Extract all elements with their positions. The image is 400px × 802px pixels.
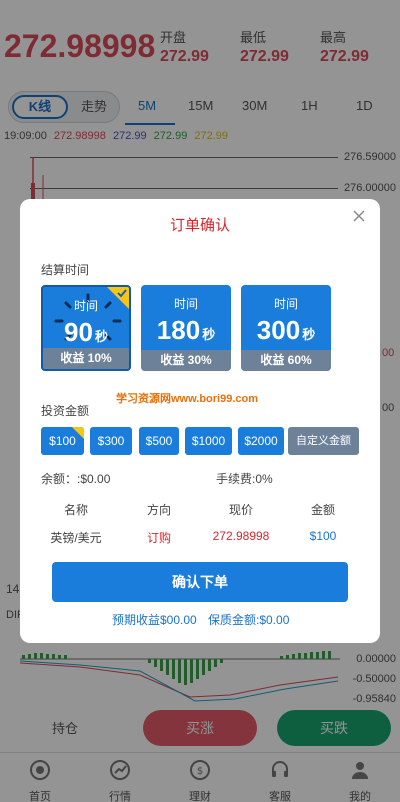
amount-option-2000[interactable]: $2000 bbox=[238, 427, 284, 455]
card-duration-number: 90 bbox=[64, 317, 93, 347]
card-duration: 90 秒 bbox=[43, 317, 129, 348]
balance-text: 余额：:$0.00 bbox=[41, 472, 111, 486]
order-confirm-dialog: 订单确认 结算时间 时间 90秒 收益 10% 时间 180秒 收益 30% bbox=[20, 199, 380, 643]
card-duration-unit: 秒 bbox=[302, 327, 316, 342]
order-value-name: 英镑/美元 bbox=[50, 531, 102, 545]
amount-option-100[interactable]: $100 bbox=[41, 427, 84, 455]
order-value-direction: 订购 bbox=[146, 531, 171, 545]
settle-time-label: 结算时间 bbox=[41, 263, 90, 277]
duration-card-90[interactable]: 时间 90 秒 收益 10% bbox=[41, 285, 131, 371]
card-profit: 收益 10% bbox=[43, 348, 129, 369]
order-value-amount: $100 bbox=[309, 529, 337, 543]
expected-profit-text: 预期收益$00.00 bbox=[112, 613, 197, 627]
card-duration-number: 300 bbox=[256, 315, 301, 345]
checkmark-icon bbox=[117, 289, 127, 298]
amount-option-500[interactable]: $500 bbox=[139, 427, 179, 455]
dialog-title: 订单确认 bbox=[169, 217, 230, 234]
guarantee-amount-text: 保质金额:$0.00 bbox=[208, 613, 290, 627]
custom-amount-button[interactable]: 自定义金额 bbox=[288, 427, 359, 455]
fee-text: 手续费:0% bbox=[216, 472, 273, 486]
watermark-text: 学习资源网www.bori99.com bbox=[116, 393, 259, 405]
card-time-label: 时间 bbox=[273, 297, 298, 311]
order-header-amount: 金额 bbox=[310, 503, 335, 517]
order-value-price: 272.98998 bbox=[212, 529, 270, 543]
confirm-order-button[interactable]: 确认下单 bbox=[52, 562, 348, 602]
card-duration-number: 180 bbox=[156, 315, 201, 345]
order-header-price: 现价 bbox=[228, 503, 253, 517]
card-duration-unit: 秒 bbox=[202, 327, 216, 342]
invest-amount-label: 投资金额 bbox=[41, 404, 90, 418]
card-duration: 180 秒 bbox=[141, 315, 231, 346]
card-time-label: 时间 bbox=[173, 297, 198, 311]
card-profit: 收益 60% bbox=[241, 350, 331, 371]
close-icon[interactable] bbox=[350, 207, 368, 225]
duration-card-300[interactable]: 时间 300 秒 收益 60% bbox=[241, 285, 331, 371]
card-profit: 收益 30% bbox=[141, 350, 231, 371]
amount-option-1000[interactable]: $1000 bbox=[185, 427, 232, 455]
selected-corner-badge bbox=[72, 427, 84, 439]
order-header-name: 名称 bbox=[63, 503, 88, 517]
duration-card-180[interactable]: 时间 180 秒 收益 30% bbox=[141, 285, 231, 371]
order-header-direction: 方向 bbox=[146, 503, 171, 517]
amount-option-300[interactable]: $300 bbox=[90, 427, 132, 455]
card-duration: 300 秒 bbox=[241, 315, 331, 346]
card-duration-unit: 秒 bbox=[94, 329, 108, 344]
